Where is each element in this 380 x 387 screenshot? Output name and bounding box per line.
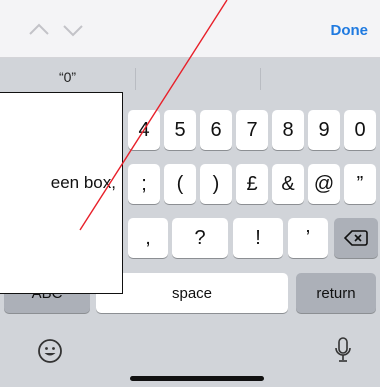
key-semicolon[interactable]: ; <box>128 164 160 204</box>
backspace-icon <box>344 230 368 246</box>
callout-box: een box, <box>0 92 123 294</box>
home-indicator <box>130 376 264 381</box>
space-key[interactable]: space <box>96 273 288 313</box>
return-key[interactable]: return <box>296 273 376 313</box>
chevron-down-icon[interactable] <box>62 20 84 40</box>
key-at[interactable]: @ <box>308 164 340 204</box>
delete-key[interactable] <box>334 218 378 258</box>
suggestion-item[interactable] <box>261 58 380 96</box>
done-button[interactable]: Done <box>331 22 369 39</box>
emoji-icon[interactable] <box>37 338 63 369</box>
key-exclamation[interactable]: ! <box>233 218 283 258</box>
key-ampersand[interactable]: & <box>272 164 304 204</box>
key-0[interactable]: 0 <box>344 110 376 150</box>
callout-text: een box, <box>50 173 116 192</box>
key-5[interactable]: 5 <box>164 110 196 150</box>
key-comma[interactable]: , <box>128 218 168 258</box>
key-question[interactable]: ? <box>172 218 228 258</box>
key-6[interactable]: 6 <box>200 110 232 150</box>
chevron-up-icon[interactable] <box>28 20 50 40</box>
keyboard-toolbar: Done <box>0 0 380 58</box>
suggestion-item[interactable] <box>136 58 260 96</box>
key-9[interactable]: 9 <box>308 110 340 150</box>
key-close-paren[interactable]: ) <box>200 164 232 204</box>
key-8[interactable]: 8 <box>272 110 304 150</box>
key-7[interactable]: 7 <box>236 110 268 150</box>
suggestion-bar: “0” <box>0 58 380 96</box>
key-quote[interactable]: ” <box>344 164 376 204</box>
microphone-icon[interactable] <box>333 336 353 369</box>
key-4[interactable]: 4 <box>128 110 160 150</box>
key-apostrophe[interactable]: ’ <box>288 218 328 258</box>
key-pound[interactable]: £ <box>236 164 268 204</box>
key-open-paren[interactable]: ( <box>164 164 196 204</box>
suggestion-item[interactable]: “0” <box>0 58 135 96</box>
